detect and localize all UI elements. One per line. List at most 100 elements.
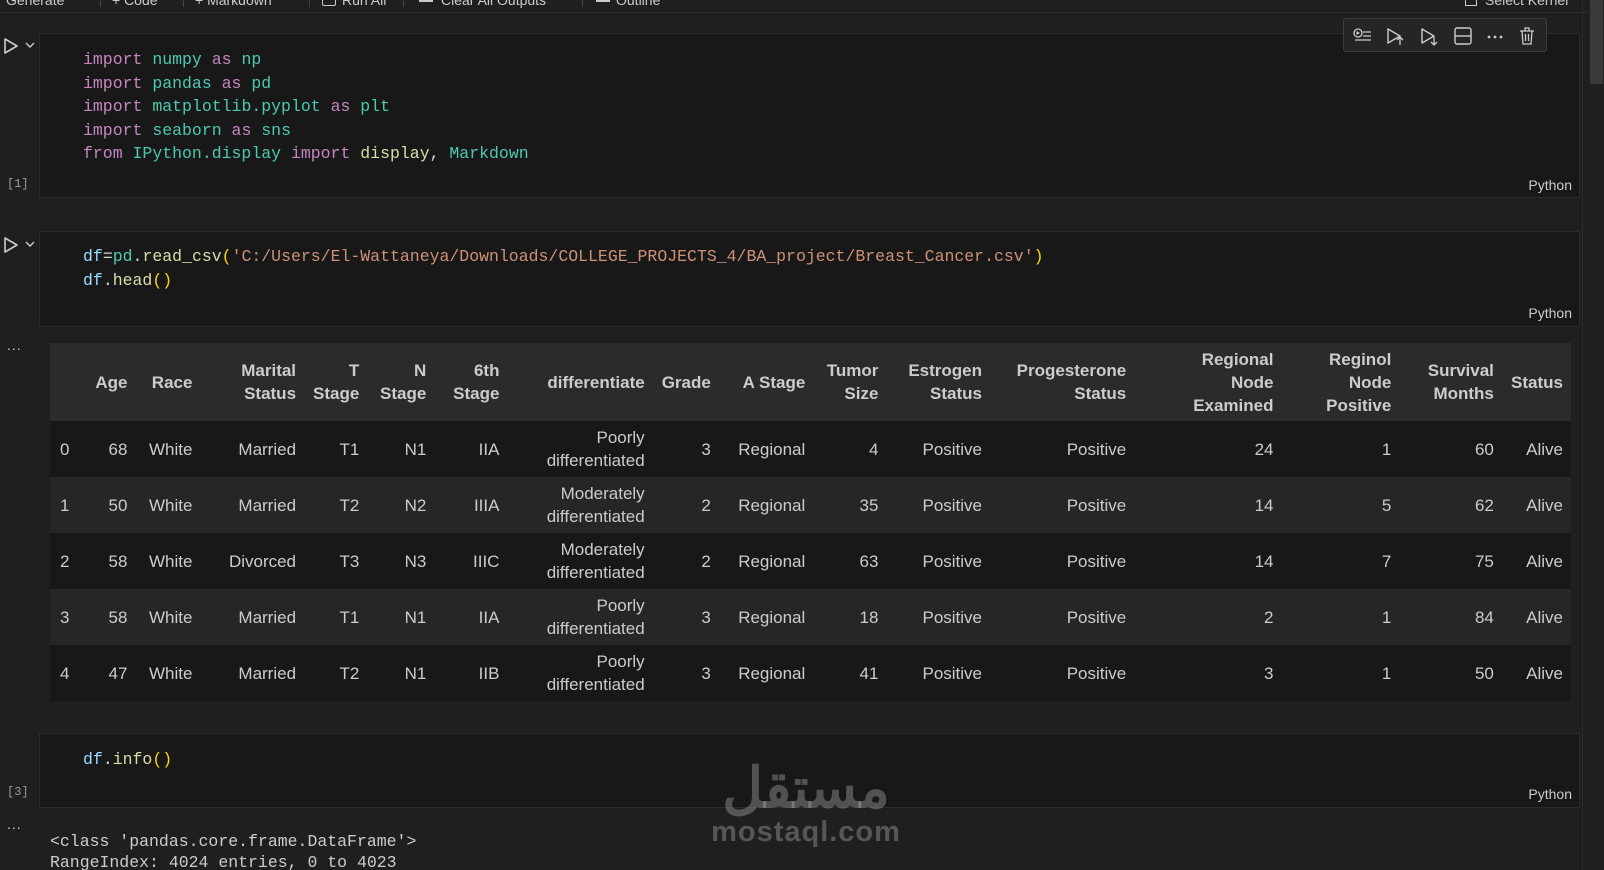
execution-count: [3] [7, 785, 29, 799]
code-token: info [112, 750, 153, 769]
code-token: sns [261, 120, 291, 140]
clear-all-outputs-button[interactable]: Clear All Outputs [419, 0, 546, 11]
output-menu-button[interactable]: ... [7, 337, 22, 353]
table-cell: Positive [886, 533, 991, 589]
table-cell: White [135, 533, 201, 589]
table-cell: Alive [1501, 589, 1571, 645]
table-cell: Alive [1501, 421, 1571, 477]
watermark-latin: mostaql.com [711, 816, 901, 848]
table-cell: Married [200, 421, 305, 477]
table-cell: 41 [813, 645, 887, 701]
run-all-button[interactable]: Run All [322, 0, 386, 11]
table-cell: N1 [367, 421, 435, 477]
code-token: from [83, 144, 123, 163]
code-token: IPython.display [132, 144, 282, 163]
code-line: import seaborn as sns [83, 119, 529, 143]
table-cell: Regional [718, 533, 814, 589]
execution-count: [1] [7, 177, 29, 191]
column-header: 6th Stage [434, 343, 508, 421]
row-index: 4 [50, 645, 87, 701]
code-cell[interactable]: import numpy as np import pandas as pd imp… [39, 33, 1580, 198]
code-cell[interactable]: df=pd.read_csv('C:/Users/El-Wattaneya/Do… [39, 231, 1580, 327]
table-cell: 14 [1134, 477, 1282, 533]
table-row: 0 68 White Married T1 N1 IIA Poorly differentiat… [50, 421, 1571, 477]
table-row: 3 58 White Married T1 N1 IIA Poorly differentiat… [50, 589, 1571, 645]
table-row: 4 47 White Married T2 N1 IIB Poorly differentiat… [50, 645, 1571, 701]
table-cell: Poorly differentiated [507, 421, 653, 477]
table-cell: Regional [718, 421, 814, 477]
table-cell: 7 [1281, 533, 1400, 589]
run-cell-button[interactable] [2, 36, 40, 56]
code-token: read_csv [142, 247, 222, 266]
table-cell: 14 [1134, 533, 1282, 589]
more-icon[interactable] [1484, 25, 1506, 47]
table-cell: N1 [367, 589, 435, 645]
code-token: pd [251, 73, 272, 93]
add-markdown-button[interactable]: + Markdown [195, 0, 272, 11]
column-header: T Stage [304, 343, 368, 421]
code-editor[interactable]: import numpy as np import pandas as pd imp… [83, 48, 529, 166]
table-cell: T1 [304, 421, 368, 477]
code-token: pandas [152, 73, 212, 93]
run-all-label: Run All [342, 0, 387, 8]
column-header: Race [135, 343, 201, 421]
table-row: 1 50 White Married T2 N2 IIIA Moderately differe… [50, 477, 1571, 533]
execute-above-icon[interactable] [1384, 25, 1406, 47]
table-cell: Married [200, 589, 305, 645]
row-index: 0 [50, 421, 87, 477]
output-menu-button[interactable]: ... [7, 816, 22, 832]
table-cell: N3 [367, 533, 435, 589]
info-output-line: RangeIndex: 4024 entries, 0 to 4023 [50, 853, 397, 870]
add-code-button[interactable]: + Code [112, 0, 158, 11]
table-cell: 3 [652, 589, 719, 645]
table-cell: Married [200, 645, 305, 701]
delete-icon[interactable] [1516, 25, 1538, 47]
code-token: as [221, 73, 242, 93]
code-token: pd [112, 247, 133, 266]
code-token: ) [1033, 247, 1044, 266]
table-cell: 50 [86, 477, 136, 533]
row-index: 2 [50, 533, 87, 589]
column-header: Age [86, 343, 136, 421]
scrollbar-thumb[interactable] [1590, 0, 1603, 84]
table-cell: Positive [886, 421, 991, 477]
select-kernel-button[interactable]: Select Kernel [1465, 0, 1568, 11]
table-cell: Poorly differentiated [507, 589, 653, 645]
outline-button[interactable]: Outline [596, 0, 660, 11]
column-header: Estrogen Status [886, 343, 991, 421]
select-kernel-label: Select Kernel [1485, 0, 1569, 8]
table-cell: Alive [1501, 477, 1571, 533]
cell-language-label[interactable]: Python [1528, 305, 1572, 321]
info-output-line: <class 'pandas.core.frame.DataFrame'> [50, 832, 417, 851]
generate-button[interactable]: Generate [6, 0, 64, 11]
table-cell: 3 [652, 645, 719, 701]
dataframe-table: Age Race Marital Status T Stage N Stage 6th Stage… [50, 343, 1571, 701]
run-by-line-icon[interactable] [1351, 25, 1373, 47]
vertical-scrollbar[interactable] [1589, 0, 1604, 870]
split-cell-icon[interactable] [1452, 25, 1474, 47]
table-cell: 58 [86, 589, 136, 645]
toolbar-divider [309, 0, 310, 7]
cell-language-label[interactable]: Python [1528, 786, 1572, 802]
code-token: import [290, 144, 351, 163]
run-cell-button[interactable] [2, 235, 40, 255]
code-token: . [102, 750, 113, 769]
execute-below-icon[interactable] [1418, 25, 1440, 47]
code-editor[interactable]: df=pd.read_csv('C:/Users/El-Wattaneya/Do… [83, 245, 1044, 292]
code-line: import numpy as np [83, 48, 529, 72]
code-editor[interactable]: df.info() [83, 748, 172, 772]
table-cell: White [135, 421, 201, 477]
column-header: Marital Status [200, 343, 305, 421]
table-cell: 62 [1399, 477, 1502, 533]
code-token: display [360, 144, 430, 163]
code-line: df=pd.read_csv('C:/Users/El-Wattaneya/Do… [83, 245, 1044, 269]
column-header: A Stage [718, 343, 814, 421]
cell-language-label[interactable]: Python [1528, 177, 1572, 193]
table-cell: Positive [990, 589, 1135, 645]
